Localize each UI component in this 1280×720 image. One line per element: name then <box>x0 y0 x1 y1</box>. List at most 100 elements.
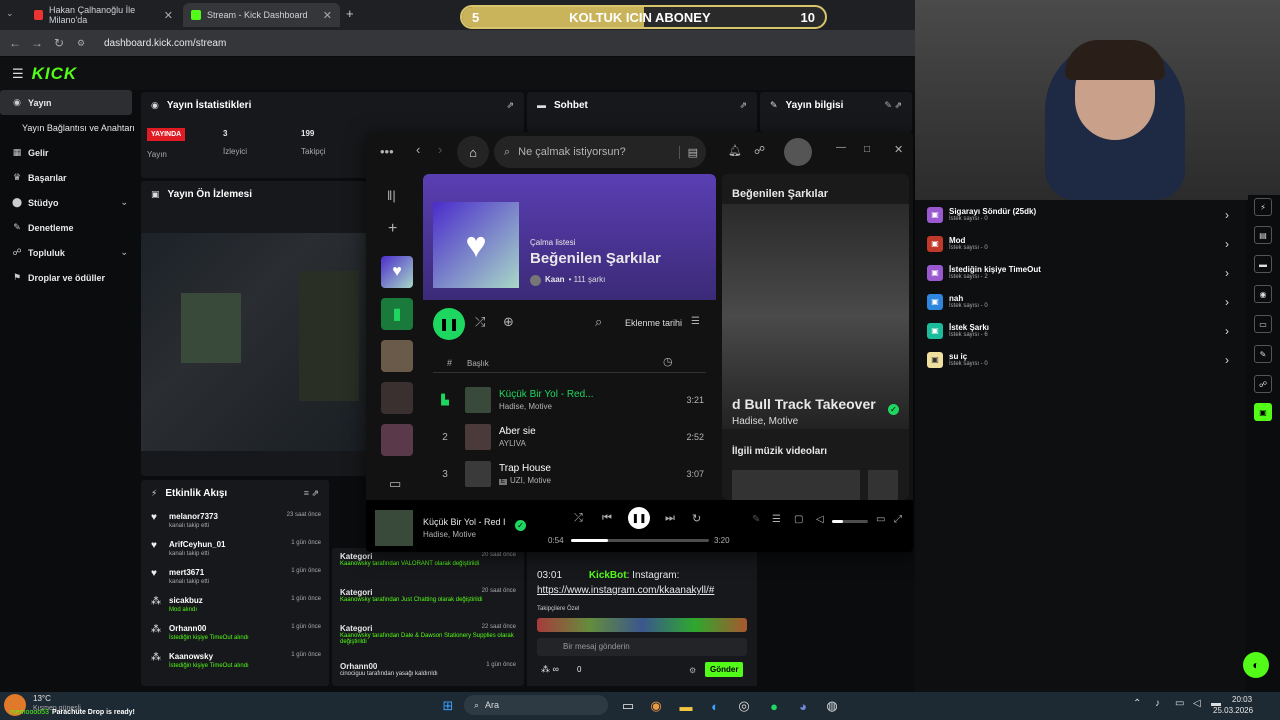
monitor-icon[interactable]: ▭ <box>1254 315 1272 333</box>
sidebar-item-denetleme[interactable]: ✎ Denetleme <box>0 215 138 240</box>
site-info-icon[interactable]: ⚙ <box>70 38 92 49</box>
folder-icon[interactable]: ▬ <box>676 696 696 716</box>
forward-icon[interactable]: › <box>438 142 442 157</box>
support-chat-icon[interactable]: ◐ <box>1243 652 1269 678</box>
stream-preview-video[interactable] <box>141 233 366 451</box>
community-icon[interactable]: ☍ <box>1254 375 1272 393</box>
wrench-icon[interactable]: ✎ <box>1254 345 1272 363</box>
bolt-icon[interactable]: ⚡ <box>1254 198 1272 216</box>
taskbar-search[interactable]: ⌕ Ara <box>464 695 608 715</box>
obs-icon[interactable]: ◍ <box>822 696 842 716</box>
settings-icon[interactable]: ⚙ <box>689 666 696 675</box>
track-row[interactable]: 3 Trap House E UZI, Motive 3:07 <box>433 456 716 492</box>
volume-slider[interactable] <box>832 520 868 523</box>
close-icon[interactable]: ✕ <box>894 143 903 156</box>
back-icon[interactable]: ← <box>4 36 26 50</box>
bookmark-icon[interactable]: ▮ <box>381 298 413 330</box>
chat-input[interactable]: Bir mesaj gönderin <box>537 638 747 656</box>
next-icon[interactable]: ⏭︎ <box>665 512 675 525</box>
spotify-search[interactable]: ⌕ Ne çalmak istiyorsun? ▤ <box>494 136 706 168</box>
now-playing-artist[interactable]: Hadise, Motive <box>423 530 476 539</box>
back-icon[interactable]: ‹ <box>416 142 420 157</box>
track-row[interactable]: 2 Aber sie AYLIVA 2:52 <box>433 419 716 455</box>
playlist-thumb[interactable] <box>381 424 413 456</box>
home-icon[interactable]: ⌂ <box>457 136 489 168</box>
maximize-icon[interactable]: □ <box>864 144 870 155</box>
download-icon[interactable]: ⊕ <box>503 314 514 330</box>
clock-date[interactable]: 25.03.2026 <box>1213 706 1253 715</box>
reward-item[interactable]: ▣ su iç İstek sayısı - 0 › <box>915 345 1245 374</box>
folder-icon[interactable]: ▭ <box>389 476 401 492</box>
volume-icon[interactable]: ◁ <box>816 514 824 525</box>
filter-icon[interactable]: ≡ ⇗ <box>304 488 319 499</box>
emote-row[interactable] <box>537 618 747 632</box>
tray-chevron-icon[interactable]: ⌃ <box>1133 698 1141 709</box>
sidebar-item-topluluk[interactable]: ☍ Topluluk ⌄ <box>0 240 138 265</box>
owner-name[interactable]: Kaan <box>545 275 565 286</box>
points-icon[interactable]: ⁂ ∞ <box>541 664 559 675</box>
track-row[interactable]: ▙ Küçük Bir Yol - Red... Hadise, Motive 3… <box>433 382 716 418</box>
forward-icon[interactable]: → <box>26 36 48 50</box>
chrome-icon[interactable]: ◉ <box>646 696 666 716</box>
fullscreen-icon[interactable]: ⤢ <box>894 514 902 525</box>
queue-icon[interactable]: ☰ <box>772 514 781 525</box>
previous-icon[interactable]: ⏮︎ <box>602 512 612 525</box>
now-playing-art[interactable] <box>375 510 413 546</box>
pause-button[interactable]: ❚❚ <box>433 308 465 340</box>
volume-icon[interactable]: ◁ <box>1193 698 1201 709</box>
chat-link[interactable]: https://www.instagram.com/kkaanakyll/# <box>537 585 714 596</box>
mic-icon[interactable]: ♪ <box>1155 698 1160 709</box>
pip-icon[interactable]: ✎ <box>752 514 760 525</box>
new-tab-button[interactable]: + <box>346 6 354 21</box>
video-thumb[interactable] <box>732 470 860 500</box>
reward-item[interactable]: ▣ İstediğin kişiye TimeOut İstek sayısı - … <box>915 258 1245 287</box>
discord-icon[interactable]: ◕ <box>793 696 813 716</box>
reward-item[interactable]: ▣ İstek Şarkı İstek sayısı - 6 › <box>915 316 1245 345</box>
minimize-icon[interactable]: — <box>836 142 846 153</box>
close-icon[interactable]: ✕ <box>323 9 332 22</box>
popout-icon[interactable]: ⇗ <box>506 100 514 111</box>
playlist-thumb[interactable] <box>381 382 413 414</box>
liked-songs-icon[interactable]: ♥ <box>381 256 413 288</box>
url-field[interactable]: dashboard.kick.com/stream <box>104 38 226 49</box>
bell-icon[interactable]: 🔔︎ <box>728 144 742 157</box>
repeat-icon[interactable]: ↻ <box>692 512 701 525</box>
send-button[interactable]: Gönder <box>705 662 744 677</box>
network-icon[interactable]: ▭ <box>1175 698 1184 709</box>
sidebar-item-droplar[interactable]: ⚑ Droplar ve ödüller <box>0 265 138 290</box>
steam-icon[interactable]: ◎ <box>734 696 754 716</box>
spotify-icon[interactable]: ● <box>764 696 784 716</box>
reward-item[interactable]: ▣ Sigarayı Söndür (25dk) İstek sayısı - 0 › <box>915 200 1245 229</box>
plus-icon[interactable]: + <box>388 220 397 238</box>
sidebar-item-basarilar[interactable]: ♛ Başarılar <box>0 165 138 190</box>
more-icon[interactable]: ••• <box>380 144 394 159</box>
video-thumb[interactable] <box>868 470 898 500</box>
gift-icon[interactable]: ▣ <box>1254 403 1272 421</box>
check-icon[interactable]: ✓ <box>515 520 526 531</box>
right-artist[interactable]: Hadise, Motive <box>732 416 798 427</box>
sidebar-item-stream-key[interactable]: Yayın Bağlantısı ve Anahtarı <box>0 115 138 140</box>
pause-button[interactable]: ❚❚ <box>628 507 650 529</box>
browse-icon[interactable]: ▤ <box>678 145 698 159</box>
clock-time[interactable]: 20:03 <box>1232 695 1252 704</box>
weather-temp[interactable]: 13°C <box>33 694 51 703</box>
tab-search-icon[interactable]: ⌄ <box>6 8 14 19</box>
shuffle-icon[interactable]: ⤮ <box>475 314 485 330</box>
windows-start-icon[interactable]: ⊞ <box>438 696 458 716</box>
kick-logo[interactable]: KICK <box>32 64 78 84</box>
reward-item[interactable]: ▣ Mod İstek sayısı - 0 › <box>915 229 1245 258</box>
menu-icon[interactable]: ☰ <box>12 66 24 82</box>
search-icon[interactable]: ⌕ <box>595 314 602 330</box>
broadcast-icon[interactable]: ◉ <box>1254 285 1272 303</box>
edit-icon[interactable]: ✎ ⇗ <box>884 100 902 111</box>
devices-icon[interactable]: ▢ <box>794 514 803 525</box>
miniplayer-icon[interactable]: ▭ <box>876 514 885 525</box>
sidebar-item-yayin[interactable]: ◉ Yayın <box>0 90 132 115</box>
sidebar-item-gelir[interactable]: ▦ Gelir <box>0 140 138 165</box>
shuffle-icon[interactable]: ⤮ <box>574 512 583 525</box>
sidebar-item-studyo[interactable]: ⬤ Stüdyo ⌄ <box>0 190 138 215</box>
now-playing-title[interactable]: Küçük Bir Yol - Red I <box>423 517 507 527</box>
playlist-thumb[interactable] <box>381 340 413 372</box>
friends-icon[interactable]: ☍ <box>754 144 765 157</box>
tab-kick[interactable]: Stream - Kick Dashboard ✕ <box>183 3 340 27</box>
